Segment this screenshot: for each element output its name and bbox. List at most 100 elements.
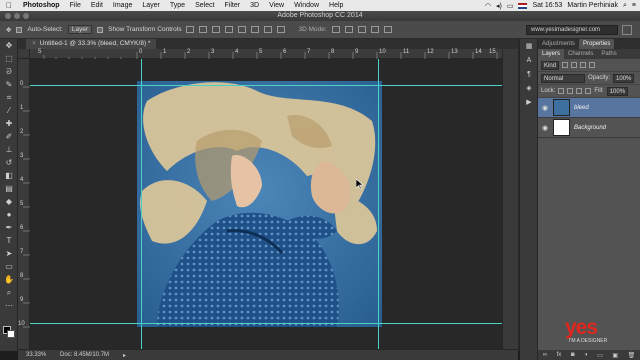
3d-scale-icon[interactable]	[383, 26, 392, 33]
link-layers-icon[interactable]: ∞	[543, 352, 547, 358]
healing-tool-icon[interactable]: ✚	[0, 117, 18, 130]
panel-arrange-icon[interactable]	[622, 25, 632, 35]
lasso-tool-icon[interactable]: ᘐ	[0, 65, 18, 78]
layer-name[interactable]: bleed	[574, 105, 589, 111]
document-canvas[interactable]	[30, 59, 502, 349]
menu-image[interactable]: Image	[108, 2, 137, 9]
3d-slide-icon[interactable]	[370, 26, 379, 33]
more-tools-icon[interactable]: ⋯	[0, 299, 18, 312]
add-mask-icon[interactable]: ◙	[571, 352, 575, 358]
wifi-icon[interactable]: ◠	[485, 2, 491, 10]
document-size[interactable]: Doc: 8.45M/10.7M	[60, 352, 109, 358]
new-layer-icon[interactable]: ▣	[612, 352, 618, 359]
align-right-icon[interactable]	[251, 26, 260, 33]
layer-row-background[interactable]: ◉ Background	[538, 118, 640, 138]
zoom-level[interactable]: 33.33%	[26, 352, 46, 358]
lock-position-icon[interactable]	[576, 88, 583, 94]
3d-rotate-icon[interactable]	[331, 26, 340, 33]
zoom-tool-icon[interactable]: ⌕	[0, 286, 18, 299]
character-panel-icon[interactable]: A	[520, 53, 538, 67]
menu-type[interactable]: Type	[165, 2, 190, 9]
show-transform-checkbox[interactable]	[97, 26, 104, 33]
move-tool-icon[interactable]: ✥	[6, 26, 11, 34]
guide-right[interactable]	[378, 59, 379, 349]
horizontal-ruler[interactable]: 5 0 1 2 3 4 5 6 7 8 9 10 11 12 13 14 15	[30, 49, 502, 59]
blur-tool-icon[interactable]: ◆	[0, 195, 18, 208]
menu-filter[interactable]: Filter	[220, 2, 246, 9]
zoom-window-button[interactable]	[23, 13, 29, 19]
opacity-input[interactable]: 100%	[613, 73, 635, 83]
close-tab-icon[interactable]: ×	[32, 40, 36, 47]
filter-type-icon[interactable]	[580, 62, 587, 68]
apple-menu-icon[interactable]: 	[0, 1, 18, 10]
guide-bottom[interactable]	[30, 323, 502, 324]
layer-style-icon[interactable]: fx	[557, 352, 562, 358]
clone-stamp-tool-icon[interactable]: ⊥	[0, 143, 18, 156]
layer-name[interactable]: Background	[574, 125, 606, 131]
eyedropper-tool-icon[interactable]: ⁄	[0, 104, 18, 117]
align-middle-icon[interactable]	[199, 26, 208, 33]
volume-icon[interactable]: ◂)	[496, 2, 502, 10]
pen-tool-icon[interactable]: ✒	[0, 221, 18, 234]
lock-transparent-icon[interactable]	[558, 88, 565, 94]
delete-layer-icon[interactable]: 🗑	[628, 352, 636, 359]
quick-select-tool-icon[interactable]: ✎	[0, 78, 18, 91]
tab-channels[interactable]: Channels	[564, 49, 597, 59]
new-group-icon[interactable]: ▭	[597, 352, 603, 359]
battery-icon[interactable]: ▭	[507, 2, 514, 10]
guide-top[interactable]	[30, 85, 502, 86]
align-left-icon[interactable]	[225, 26, 234, 33]
status-menu-icon[interactable]: ▸	[123, 352, 126, 359]
menu-app-name[interactable]: Photoshop	[18, 2, 65, 9]
input-flag-icon[interactable]	[518, 2, 528, 9]
blend-mode-dropdown[interactable]: Normal	[541, 73, 585, 83]
filter-adjustment-icon[interactable]	[571, 62, 578, 68]
shape-tool-icon[interactable]: ▭	[0, 260, 18, 273]
gradient-tool-icon[interactable]: ▤	[0, 182, 18, 195]
menu-help[interactable]: Help	[324, 2, 348, 9]
minimize-window-button[interactable]	[14, 13, 20, 19]
document-tab[interactable]: × Untitled-1 @ 33.3% (bleed, CMYK/8) *	[26, 39, 157, 49]
menu-3d[interactable]: 3D	[245, 2, 264, 9]
menu-view[interactable]: View	[264, 2, 289, 9]
guide-left[interactable]	[141, 59, 142, 349]
distribute-icon[interactable]	[264, 26, 273, 33]
visibility-eye-icon[interactable]: ◉	[541, 104, 549, 112]
menu-edit[interactable]: Edit	[86, 2, 108, 9]
clock[interactable]: Sat 16:53	[532, 2, 562, 9]
3d-pan-icon[interactable]	[357, 26, 366, 33]
layer-row-bleed[interactable]: ◉ bleed	[538, 98, 640, 118]
distribute-horizontal-icon[interactable]	[277, 26, 286, 33]
auto-select-target-dropdown[interactable]: Layer	[67, 25, 93, 34]
eraser-tool-icon[interactable]: ◧	[0, 169, 18, 182]
filter-pixel-icon[interactable]	[562, 62, 569, 68]
tab-paths[interactable]: Paths	[597, 49, 620, 59]
user-name[interactable]: Martin Perhiniak	[567, 2, 618, 9]
paragraph-panel-icon[interactable]: ¶	[520, 67, 538, 81]
background-color-swatch[interactable]	[7, 330, 15, 338]
filter-shape-icon[interactable]	[589, 62, 596, 68]
type-tool-icon[interactable]: T	[0, 234, 18, 247]
history-brush-tool-icon[interactable]: ↺	[0, 156, 18, 169]
workspace-dropdown[interactable]: www.yesimadesigner.com	[526, 25, 618, 35]
lock-all-icon[interactable]	[585, 88, 592, 94]
dodge-tool-icon[interactable]: ●	[0, 208, 18, 221]
menu-select[interactable]: Select	[190, 2, 219, 9]
hand-tool-icon[interactable]: ✋	[0, 273, 18, 286]
styles-panel-icon[interactable]: ◈	[520, 81, 538, 95]
marquee-tool-icon[interactable]: ⬚	[0, 52, 18, 65]
lock-image-icon[interactable]	[567, 88, 574, 94]
brush-tool-icon[interactable]: ✐	[0, 130, 18, 143]
auto-select-checkbox[interactable]	[16, 26, 23, 33]
tab-layers[interactable]: Layers	[538, 49, 565, 59]
move-tool-icon[interactable]: ✥	[0, 39, 18, 52]
menu-file[interactable]: File	[65, 2, 86, 9]
menu-layer[interactable]: Layer	[137, 2, 165, 9]
fill-input[interactable]: 100%	[606, 86, 629, 96]
3d-roll-icon[interactable]	[344, 26, 353, 33]
menu-window[interactable]: Window	[289, 2, 324, 9]
crop-tool-icon[interactable]: ⌗	[0, 91, 18, 104]
tab-properties[interactable]: Properties	[579, 39, 615, 49]
history-panel-icon[interactable]: ▦	[520, 39, 538, 53]
path-select-tool-icon[interactable]: ➤	[0, 247, 18, 260]
